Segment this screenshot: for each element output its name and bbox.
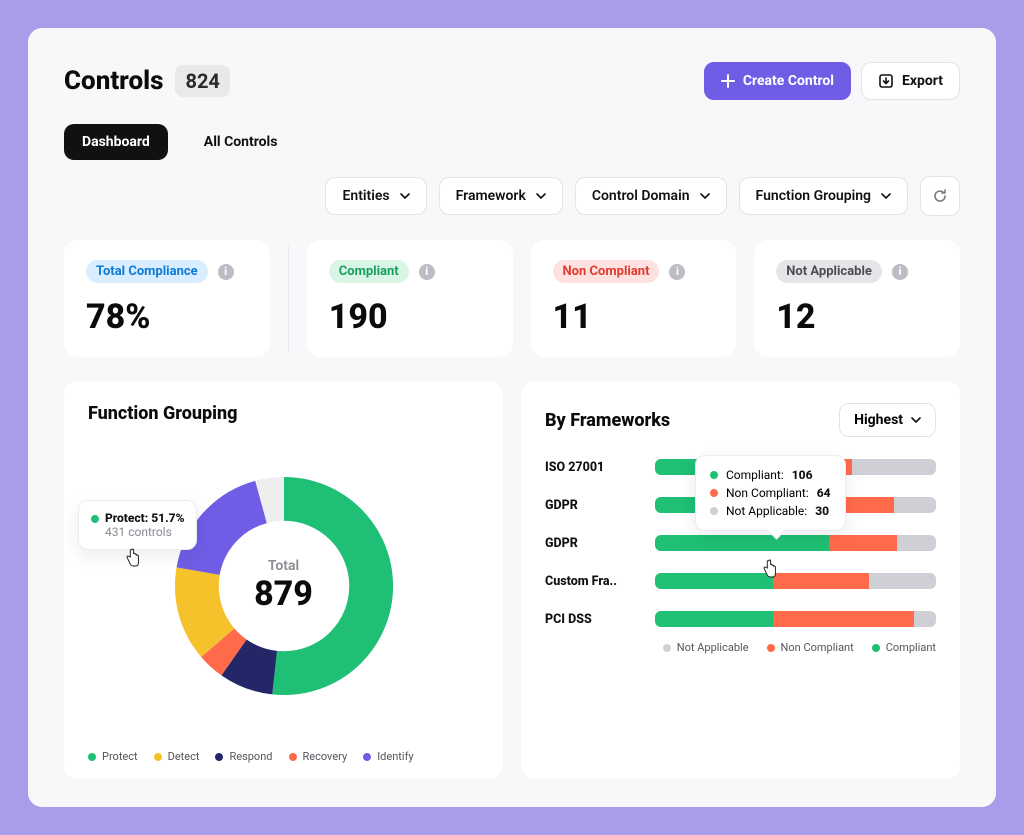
filter-function-grouping-label: Function Grouping — [756, 188, 871, 204]
donut-tooltip-sub: 431 controls — [105, 525, 184, 539]
info-icon[interactable]: i — [892, 264, 908, 280]
cursor-hand-icon — [124, 548, 142, 568]
bar-row: Custom Fra.. — [545, 573, 936, 589]
chevron-down-icon — [400, 191, 410, 201]
bar-label: Custom Fra.. — [545, 574, 641, 589]
panel-function-grouping: Function Grouping Total 879 — [64, 381, 503, 779]
value-not-applicable: 12 — [776, 297, 938, 337]
filter-entities-label: Entities — [342, 188, 389, 204]
card-non-compliant: Non Compliant i 11 — [531, 240, 737, 357]
bar-label: ISO 27001 — [545, 460, 641, 475]
donut-legend: Protect Detect Respond Recovery Identify — [88, 750, 479, 763]
refresh-icon — [932, 188, 948, 204]
filter-framework-label: Framework — [456, 188, 526, 204]
bar-row: PCI DSS — [545, 611, 936, 627]
legend-c: Compliant — [872, 641, 936, 654]
donut-chart[interactable]: Total 879 — [169, 471, 399, 701]
value-compliant: 190 — [329, 297, 491, 337]
refresh-button[interactable] — [920, 176, 960, 216]
bar-row: GDPR — [545, 535, 936, 551]
bar[interactable] — [655, 573, 936, 589]
export-button[interactable]: Export — [861, 62, 960, 100]
bar[interactable] — [655, 535, 936, 551]
donut-total-value: 879 — [254, 574, 313, 614]
card-total-compliance: Total Compliance i 78% — [64, 240, 270, 357]
filters-bar: Entities Framework Control Domain Functi… — [64, 176, 960, 216]
bar-label: GDPR — [545, 498, 641, 513]
chevron-down-icon — [536, 191, 546, 201]
label-not-applicable: Not Applicable — [776, 260, 882, 283]
plus-icon — [721, 74, 735, 88]
bar[interactable] — [655, 611, 936, 627]
bar-tooltip: Compliant: 106 Non Compliant: 64 Not App… — [695, 455, 846, 531]
cursor-hand-icon — [761, 559, 779, 579]
frameworks-bars: ISO 27001 GDPR GDPR Custom Fra.. PCI DSS — [545, 459, 936, 627]
tab-all-controls[interactable]: All Controls — [186, 124, 296, 160]
info-icon[interactable]: i — [218, 264, 234, 280]
bar-label: GDPR — [545, 536, 641, 551]
page-title: Controls — [64, 66, 163, 96]
filter-entities[interactable]: Entities — [325, 177, 426, 215]
value-non-compliant: 11 — [553, 297, 715, 337]
info-icon[interactable]: i — [419, 264, 435, 280]
bar-label: PCI DSS — [545, 612, 641, 627]
filter-function-grouping[interactable]: Function Grouping — [739, 177, 908, 215]
donut-chart-area: Total 879 Protect: 51.7% 431 controls — [88, 430, 479, 742]
chevron-down-icon — [700, 191, 710, 201]
card-not-applicable: Not Applicable i 12 — [754, 240, 960, 357]
legend-nc: Non Compliant — [767, 641, 854, 654]
label-non-compliant: Non Compliant — [553, 260, 660, 283]
filter-control-domain[interactable]: Control Domain — [575, 177, 727, 215]
page-header: Controls 824 Create Control Export — [64, 62, 960, 100]
header-left: Controls 824 — [64, 65, 230, 97]
tab-dashboard[interactable]: Dashboard — [64, 124, 168, 160]
legend-identify: Identify — [363, 750, 413, 763]
filter-control-domain-label: Control Domain — [592, 188, 690, 204]
legend-detect: Detect — [154, 750, 200, 763]
filter-framework[interactable]: Framework — [439, 177, 563, 215]
app-frame: Controls 824 Create Control Export Dashb… — [28, 28, 996, 807]
chevron-down-icon — [881, 191, 891, 201]
value-total-compliance: 78% — [86, 297, 248, 337]
panels-row: Function Grouping Total 879 — [64, 381, 960, 779]
label-compliant: Compliant — [329, 260, 409, 283]
donut-total-label: Total — [268, 558, 299, 574]
panel-frameworks: By Frameworks Highest ISO 27001 GDPR GDP… — [521, 381, 960, 779]
legend-protect: Protect — [88, 750, 138, 763]
legend-respond: Respond — [215, 750, 272, 763]
legend-recovery: Recovery — [289, 750, 348, 763]
label-total-compliance: Total Compliance — [86, 260, 208, 283]
stats-row: Total Compliance i 78% Compliant i 190 N… — [64, 240, 960, 357]
controls-count-badge: 824 — [175, 65, 229, 97]
bars-legend: Not Applicable Non Compliant Compliant — [545, 641, 936, 654]
legend-na: Not Applicable — [663, 641, 749, 654]
panel-frameworks-title: By Frameworks — [545, 410, 670, 431]
card-compliant: Compliant i 190 — [307, 240, 513, 357]
panel-function-title: Function Grouping — [88, 403, 479, 424]
export-icon — [878, 73, 894, 89]
donut-center: Total 879 — [169, 471, 399, 701]
sort-dropdown[interactable]: Highest — [839, 403, 936, 437]
info-icon[interactable]: i — [669, 264, 685, 280]
chevron-down-icon — [911, 415, 921, 425]
sort-label: Highest — [854, 412, 903, 428]
tabs: Dashboard All Controls — [64, 124, 960, 160]
header-actions: Create Control Export — [704, 62, 960, 100]
export-label: Export — [902, 73, 943, 89]
create-control-button[interactable]: Create Control — [704, 62, 851, 100]
divider — [288, 246, 289, 351]
create-control-label: Create Control — [743, 73, 834, 89]
donut-tooltip: Protect: 51.7% 431 controls — [78, 500, 197, 550]
